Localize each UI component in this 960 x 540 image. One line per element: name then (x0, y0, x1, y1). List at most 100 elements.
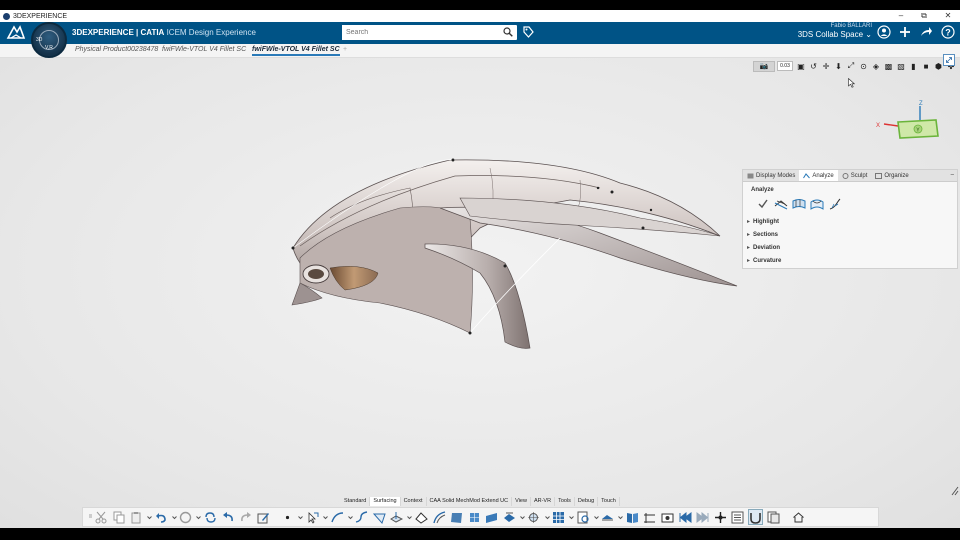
point-dropdown-icon[interactable] (298, 509, 304, 525)
tab-organize[interactable]: Organize (871, 170, 912, 181)
category-tools[interactable]: Tools (555, 497, 575, 506)
zoom-in-icon[interactable]: ⬇ (833, 61, 845, 72)
fill-icon[interactable] (484, 509, 499, 525)
reflect-icon[interactable] (600, 509, 615, 525)
expand-icon[interactable] (943, 54, 955, 66)
inspect-icon[interactable] (576, 509, 591, 525)
tab-display-modes[interactable]: Display Modes (743, 170, 799, 181)
category-debug[interactable]: Debug (575, 497, 599, 506)
reflect-dropdown-icon[interactable] (618, 509, 624, 525)
section-sections[interactable]: Sections (743, 229, 957, 242)
category-touch[interactable]: Touch (598, 497, 620, 506)
tab-physical-product[interactable]: Physical Product00238478 (75, 46, 158, 53)
layers-icon[interactable] (766, 509, 781, 525)
curve-dropdown-icon[interactable] (347, 509, 353, 525)
rewind-icon[interactable] (678, 509, 693, 525)
curve-icon[interactable] (330, 509, 345, 525)
list-icon[interactable] (730, 509, 745, 525)
section-deviation[interactable]: Deviation (743, 242, 957, 255)
redo-arrow-icon[interactable] (238, 509, 253, 525)
shading-icon[interactable]: ▮ (908, 61, 920, 72)
net-surface-icon[interactable] (467, 509, 482, 525)
section-curvature[interactable]: Curvature (743, 255, 957, 268)
forward-icon[interactable] (695, 509, 710, 525)
tab-fillet-sc-2[interactable]: fwiFWle-VTOL V4 Fillet SC (252, 46, 340, 56)
resize-handle-icon[interactable] (951, 486, 959, 496)
copy-icon[interactable] (112, 509, 127, 525)
3d-viewport[interactable] (0, 58, 960, 528)
surface-icon[interactable] (449, 509, 464, 525)
inspect-dropdown-icon[interactable] (593, 509, 599, 525)
normal-view-icon[interactable]: ◈ (870, 61, 882, 72)
undo-arrow-icon[interactable] (221, 509, 236, 525)
search-input[interactable] (342, 25, 492, 40)
category-ar-vr[interactable]: AR-VR (531, 497, 556, 506)
help-icon[interactable]: ? (941, 25, 955, 39)
home-icon[interactable] (791, 509, 806, 525)
panel-minimize-button[interactable]: – (951, 170, 957, 181)
compass-move-icon[interactable] (713, 509, 728, 525)
lock-icon[interactable]: ▣ (795, 61, 807, 72)
point-icon[interactable] (280, 509, 295, 525)
paste-dropdown-icon[interactable] (147, 509, 153, 525)
spline-icon[interactable] (354, 509, 369, 525)
undo-dropdown-icon[interactable] (171, 509, 177, 525)
iso-view-icon[interactable]: ▩ (883, 61, 895, 72)
zoom-value-field[interactable]: 0.03 (777, 61, 793, 71)
camera-icon[interactable]: 📷 (753, 60, 775, 72)
restore-button[interactable]: ⧉ (913, 10, 935, 22)
update-icon[interactable] (178, 509, 193, 525)
add-icon[interactable] (898, 25, 912, 39)
collab-space-selector[interactable]: 3DS Collab Space ⌄ (798, 31, 872, 39)
book-icon[interactable] (625, 509, 640, 525)
category-standard[interactable]: Standard (341, 497, 371, 506)
minimize-button[interactable]: – (890, 10, 912, 22)
grid-icon[interactable] (551, 509, 566, 525)
cube-view-icon[interactable]: ▧ (895, 61, 907, 72)
refresh-icon[interactable] (203, 509, 218, 525)
tag-icon[interactable] (522, 25, 534, 39)
deviation-surface-icon[interactable] (790, 196, 807, 212)
tab-sculpt[interactable]: Sculpt (838, 170, 872, 181)
compass-widget[interactable]: 3D V,R (31, 22, 67, 58)
curvature-comb-icon[interactable] (826, 196, 843, 212)
measure-icon[interactable] (642, 509, 657, 525)
share-icon[interactable] (919, 25, 933, 39)
check-icon[interactable] (754, 196, 771, 212)
projection-icon[interactable] (389, 509, 404, 525)
new-tab-icon[interactable]: + (343, 46, 347, 53)
search-box[interactable] (342, 25, 517, 40)
fit-all-icon[interactable]: ⤢ (845, 61, 857, 72)
magnet-icon[interactable] (748, 509, 763, 525)
user-block[interactable]: Fabio BALLARI 3DS Collab Space ⌄ (798, 23, 872, 39)
offset-icon[interactable] (502, 509, 517, 525)
projection-dropdown-icon[interactable] (407, 509, 413, 525)
select-dropdown-icon[interactable] (323, 509, 329, 525)
pan-icon[interactable]: ✛ (820, 61, 832, 72)
axis-triad[interactable]: Z X Y (872, 96, 952, 156)
paste-icon[interactable] (129, 509, 144, 525)
category-context[interactable]: Context (401, 497, 427, 506)
offset-dropdown-icon[interactable] (519, 509, 525, 525)
select-icon[interactable] (305, 509, 320, 525)
fly-icon[interactable]: ⊙ (858, 61, 870, 72)
category-view[interactable]: View (512, 497, 531, 506)
user-avatar-icon[interactable] (877, 25, 891, 39)
ds-logo-icon[interactable] (5, 24, 27, 42)
tab-fillet-sc-1[interactable]: fwiFWle-VTOL V4 Fillet SC (162, 46, 246, 53)
modify-icon[interactable] (526, 509, 541, 525)
action-bar-grip-icon[interactable] (87, 509, 93, 525)
cut-icon[interactable] (94, 509, 109, 525)
undo-icon[interactable] (154, 509, 169, 525)
highlight-lines-icon[interactable] (772, 196, 789, 212)
grid-dropdown-icon[interactable] (569, 509, 575, 525)
edit-icon[interactable] (256, 509, 271, 525)
search-icon[interactable] (503, 27, 513, 37)
update-dropdown-icon[interactable] (196, 509, 202, 525)
section-highlight[interactable]: Highlight (743, 216, 957, 229)
modify-dropdown-icon[interactable] (544, 509, 550, 525)
render-icon[interactable]: ■ (920, 61, 932, 72)
tab-analyze[interactable]: Analyze (799, 170, 838, 181)
capture-icon[interactable] (660, 509, 675, 525)
blend-icon[interactable] (432, 509, 447, 525)
